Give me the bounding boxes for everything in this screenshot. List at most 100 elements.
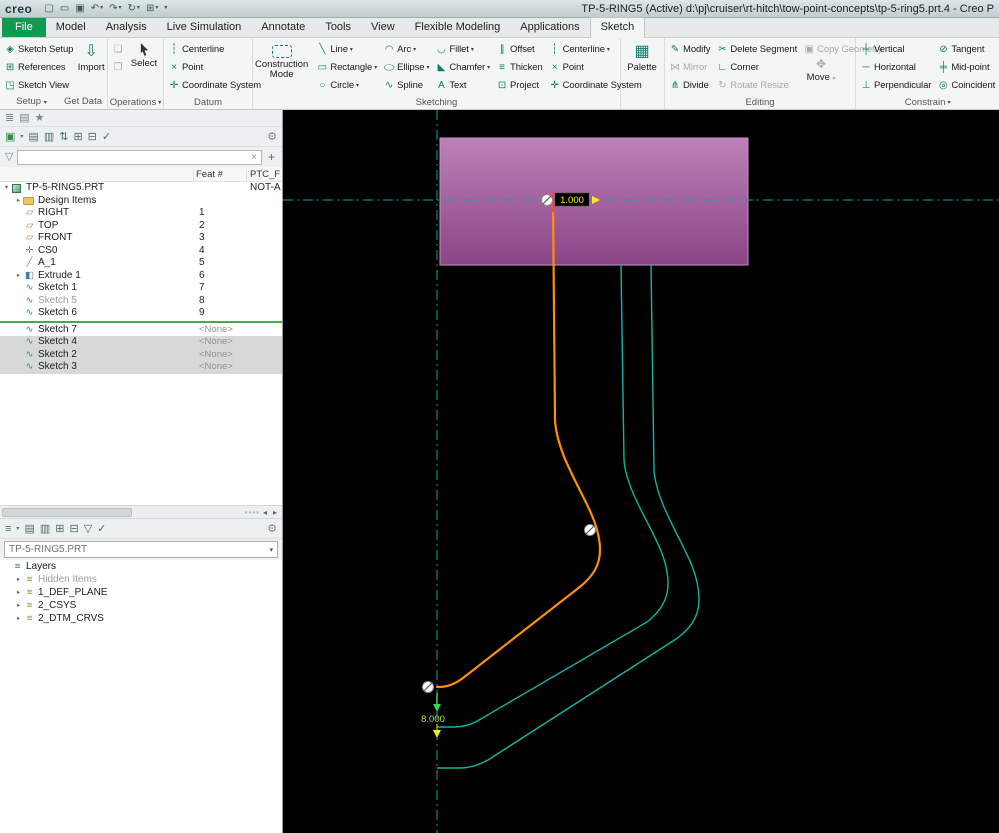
sketch-setup-button[interactable]: ◈ Sketch Setup [2,40,75,58]
tree-row[interactable]: ▸ ≡ 1_DEF_PLANE [0,586,282,599]
datum-point-button[interactable]: × Point [166,58,263,76]
tree-row[interactable]: ≡ Layers [0,560,282,573]
line-button[interactable]: ╲ Line ▾ [314,40,379,58]
scrollbar-thumb[interactable] [2,507,132,517]
scroll-right-icon[interactable]: ▸ [270,508,280,517]
tree-row[interactable]: ▱ TOP 2 [0,220,282,233]
scroll-left-icon[interactable]: ◂ [260,508,270,517]
layer-collapse-icon[interactable]: ⊟ [68,521,79,537]
delete-segment-button[interactable]: ✂ Delete Segment [714,40,799,58]
divide-button[interactable]: ⋔ Divide [667,76,712,94]
apply-filter-icon[interactable]: ✓ [101,129,112,145]
layer-settings-icon[interactable]: ⚙ [266,521,278,537]
fillet-button[interactable]: ◡ Fillet ▾ [433,40,492,58]
layer-model-combobox[interactable]: TP-5-RING5.PRT ▾ [4,541,278,558]
expand-icon[interactable]: ▸ [14,600,23,612]
expand-icon[interactable]: ▸ [14,195,23,207]
expand-icon[interactable]: ▸ [14,613,23,625]
tree-row[interactable]: ▾ TP-5-RING5.PRT NOT-A [0,182,282,195]
chamfer-button[interactable]: ◣ Chamfer ▾ [433,58,492,76]
expand-all-icon[interactable]: ⊞ [72,129,83,145]
redo-button[interactable]: ↷ ▾ [107,1,123,16]
references-button[interactable]: ⊞ References [2,58,75,76]
folder-browser-icon[interactable]: ▤ [18,110,30,126]
expand-icon[interactable]: ▸ [14,574,23,586]
rectangle-button[interactable]: ▭ Rectangle ▾ [314,58,379,76]
layer-display-icon[interactable]: ▥ [39,521,51,537]
expand-collapse-icon[interactable]: ⇅ [58,129,69,145]
horizontal-constraint-button[interactable]: ─ Horizontal [858,58,933,76]
constrain-group-label[interactable]: Constrain ▾ [858,96,997,109]
expand-icon[interactable]: ▸ [14,270,23,282]
tree-columns-icon[interactable]: ▤ [27,129,39,145]
offset-curve-outer[interactable] [437,264,700,769]
tab-applications[interactable]: Applications [510,18,589,37]
layer-columns-icon[interactable]: ▤ [23,521,35,537]
tree-filters-icon[interactable]: ▥ [43,129,55,145]
undo-button[interactable]: ↶ ▾ [89,1,105,16]
tree-row[interactable]: ▸ ◧ Extrude 1 6 [0,270,282,283]
column-divider[interactable] [246,169,247,181]
tab-tools[interactable]: Tools [315,18,361,37]
new-file-button[interactable]: ▢ [42,1,55,16]
tree-row[interactable]: ▸ ≡ 2_DTM_CRVS [0,612,282,625]
tab-flexible-modeling[interactable]: Flexible Modeling [405,18,511,37]
save-button[interactable]: ▣ [73,1,86,16]
expand-icon[interactable]: ▾ [2,182,11,194]
regenerate-button[interactable]: ↻ ▾ [126,1,142,16]
select-button[interactable]: Select [128,40,160,69]
tree-horizontal-scrollbar[interactable]: •••• ◂ ▸ [0,505,282,519]
tree-row[interactable]: ▱ FRONT 3 [0,232,282,245]
ellipse-button[interactable]: ◯ Ellipse ▾ [381,58,431,76]
tangent-constraint-button[interactable]: ⊘ Tangent [935,40,997,58]
tab-model[interactable]: Model [46,18,96,37]
collapse-all-icon[interactable]: ⊟ [87,129,98,145]
layer-expand-icon[interactable]: ⊞ [54,521,65,537]
show-dropdown-icon[interactable]: ▣ [4,129,16,145]
dim-value-text[interactable]: 1.000 [560,195,584,206]
datum-centerline-button[interactable]: ┆ Centerline [166,40,263,58]
import-button[interactable]: ⇩ Import [77,40,105,73]
tree-row[interactable]: ▱ RIGHT 1 [0,207,282,220]
point-handle[interactable] [584,524,596,536]
operations-group-label[interactable]: Operations ▾ [110,96,162,109]
model-tree-tab-icon[interactable]: ≣ [4,110,15,126]
column-divider[interactable] [193,169,194,181]
point-handle[interactable] [422,681,434,693]
tree-row[interactable]: ▸ ≡ 2_CSYS [0,599,282,612]
corner-button[interactable]: ∟ Corner [714,58,799,76]
tree-row[interactable]: ∿ Sketch 2 <None> [0,348,282,361]
text-button[interactable]: A Text [433,76,492,94]
midpoint-constraint-button[interactable]: ╪ Mid-point [935,58,997,76]
ptcf-column-header[interactable]: PTC_F [250,169,280,180]
open-button[interactable]: ▭ [58,1,71,16]
tab-analysis[interactable]: Analysis [96,18,157,37]
arc-button[interactable]: ◠ Arc ▾ [381,40,431,58]
palette-button[interactable]: ▦ Palette [623,40,661,73]
tree-row[interactable]: ∿ Sketch 5 8 [0,295,282,308]
tree-row[interactable]: ∿ Sketch 3 <None> [0,361,282,374]
search-input[interactable] [20,151,250,163]
panel-splitter-grip[interactable]: •••• [245,508,260,517]
window-button[interactable]: ⊞ ▾ [144,1,160,16]
vertical-constraint-button[interactable]: ┼ Vertical [858,40,933,58]
dimension-8[interactable]: 8.000 [421,693,445,738]
spline-button[interactable]: ∿ Spline [381,76,431,94]
tab-view[interactable]: View [361,18,405,37]
customize-quick-access-button[interactable]: ▾ [162,1,169,16]
sketch-canvas[interactable]: 1.000 8.000 [283,110,999,833]
sketch-view-button[interactable]: ◳ Sketch View [2,76,75,94]
circle-button[interactable]: ○ Circle ▾ [314,76,379,94]
tree-row[interactable]: ∿ Sketch 7 <None> [0,324,282,337]
tree-settings-icon[interactable]: ⚙ [266,129,278,145]
feat-column-header[interactable]: Feat # [196,169,223,180]
expand-icon[interactable]: ▸ [14,587,23,599]
tree-row[interactable]: ∿ Sketch 4 <None> [0,336,282,349]
tab-annotate[interactable]: Annotate [251,18,315,37]
setup-group-label[interactable]: Setup ▾ [2,96,61,109]
tree-row[interactable]: ✛ CS0 4 [0,245,282,258]
offset-curve-inner[interactable] [437,264,669,728]
construction-mode-button[interactable]: Construction Mode [255,40,308,80]
layers-dropdown-icon[interactable]: ≡ [4,521,12,537]
tree-row[interactable]: ∿ Sketch 6 9 [0,307,282,320]
